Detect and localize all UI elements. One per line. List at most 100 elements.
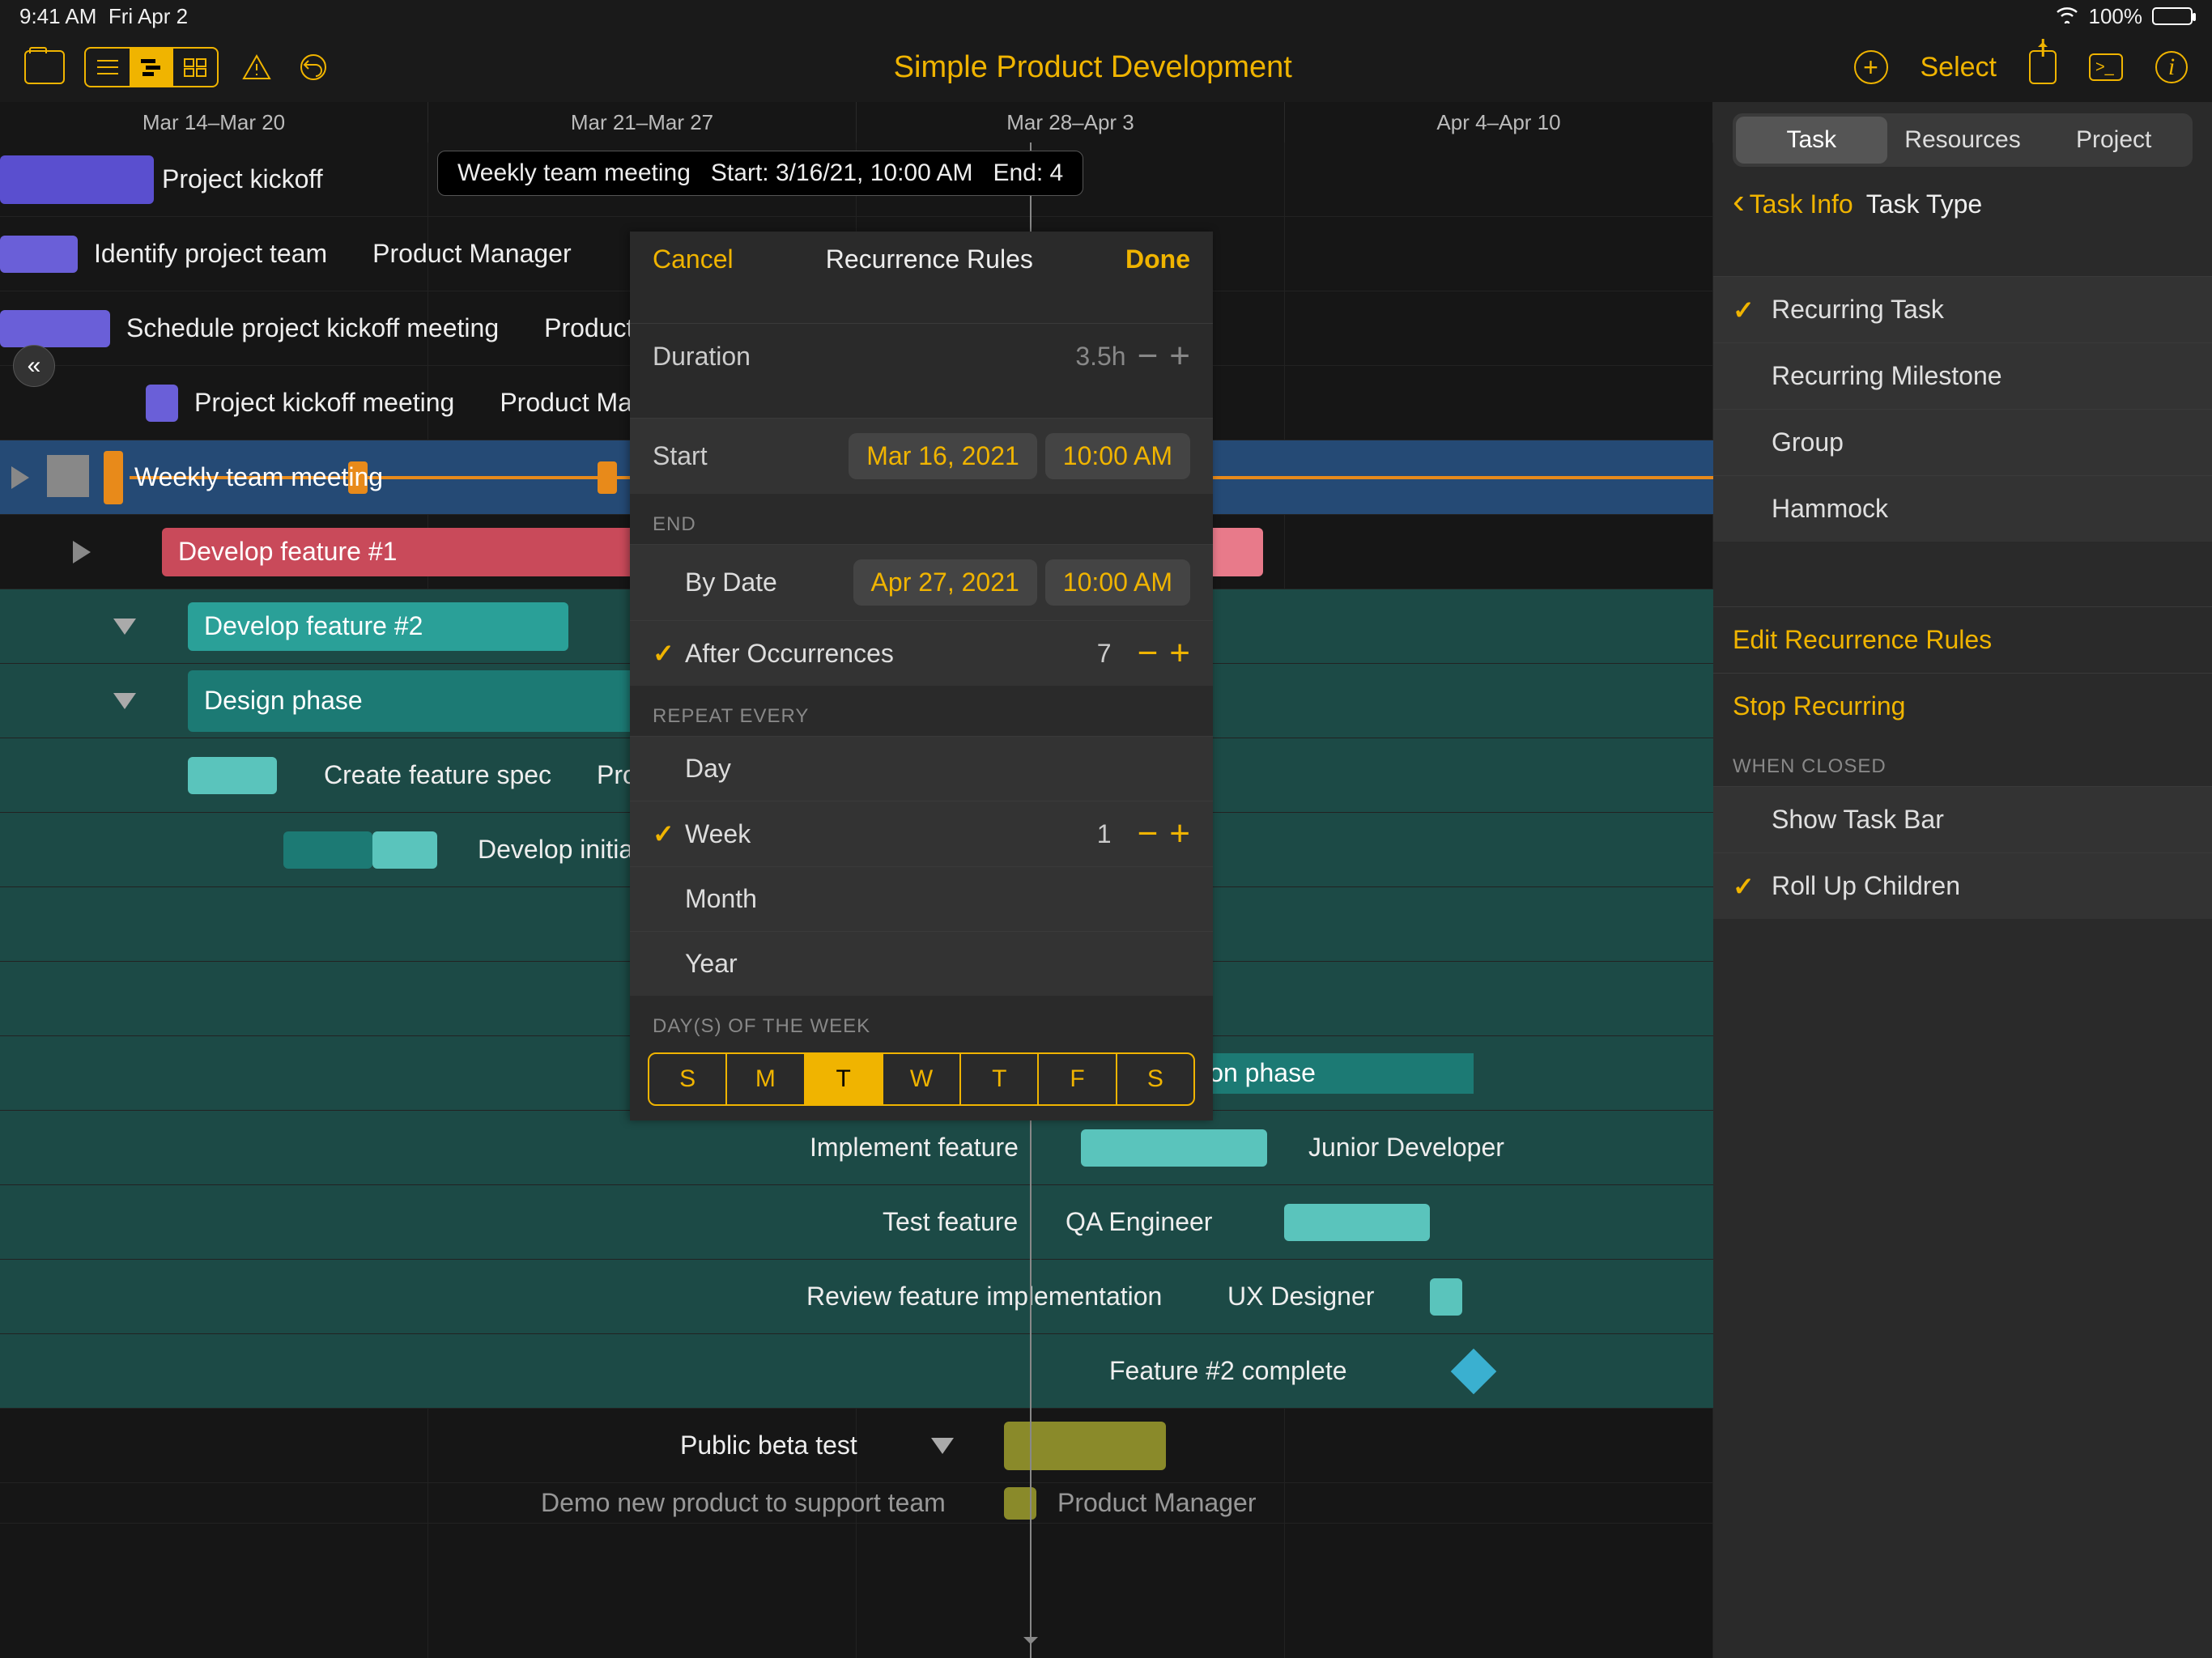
check-icon [1733,295,1772,325]
type-recurring-task[interactable]: Recurring Task [1713,276,2212,342]
select-button[interactable]: Select [1921,52,1997,83]
expand-icon[interactable] [73,541,91,563]
day-wed[interactable]: W [883,1054,961,1104]
collapse-sidebar-button[interactable]: « [13,345,55,387]
task-row[interactable]: Implement feature Junior Developer [0,1111,1713,1185]
task-bar[interactable]: Develop feature #2 [188,602,568,651]
console-icon[interactable] [2089,53,2123,81]
task-label: Test feature [883,1207,1018,1237]
task-bar[interactable] [146,385,178,422]
task-row[interactable]: Review feature implementation UX Designe… [0,1260,1713,1334]
task-bar[interactable] [1430,1278,1462,1316]
decrement-button[interactable]: − [1138,636,1159,671]
day-tue[interactable]: T [806,1054,883,1104]
start-time-button[interactable]: 10:00 AM [1045,433,1190,479]
view-gantt-icon[interactable] [130,49,173,86]
task-bar[interactable] [0,236,78,273]
task-bar[interactable] [188,757,277,794]
task-resource: Junior Developer [1308,1133,1504,1163]
task-row[interactable]: Test feature QA Engineer [0,1185,1713,1260]
date-column: Mar 28–Apr 3 [857,102,1285,142]
tab-resources[interactable]: Resources [1887,117,2039,164]
increment-button[interactable]: + [1169,338,1190,374]
tab-task[interactable]: Task [1736,117,1887,164]
tab-project[interactable]: Project [2038,117,2189,164]
chevron-down-icon[interactable] [113,693,136,709]
occurrence-bar[interactable] [104,451,123,504]
edit-recurrence-button[interactable]: Edit Recurrence Rules [1713,606,2212,673]
duration-label: Duration [653,342,1075,372]
task-row[interactable]: Feature #2 complete [0,1334,1713,1409]
repeat-week[interactable]: Week [685,819,1083,849]
documents-button[interactable] [24,50,65,84]
stop-recurring-button[interactable]: Stop Recurring [1713,673,2212,739]
task-label: Public beta test [680,1431,857,1460]
catch-up-button[interactable] [295,49,332,86]
task-bar[interactable] [1004,1487,1036,1520]
view-board-icon[interactable] [173,49,217,86]
task-bar[interactable]: Design phase [188,670,690,732]
status-date: Fri Apr 2 [108,4,188,28]
type-group[interactable]: Group [1713,409,2212,475]
repeat-year[interactable]: Year [685,949,1190,979]
share-icon[interactable] [2029,50,2057,84]
day-of-week-picker[interactable]: S M T W T F S [648,1052,1195,1106]
task-bar[interactable] [1081,1129,1267,1167]
end-date-button[interactable]: Apr 27, 2021 [853,559,1037,606]
increment-button[interactable]: + [1169,636,1190,671]
day-sat[interactable]: S [1117,1054,1193,1104]
start-date-button[interactable]: Mar 16, 2021 [849,433,1037,479]
roll-up-children-option[interactable]: Roll Up Children [1713,852,2212,919]
task-bar[interactable] [0,155,154,204]
repeat-day[interactable]: Day [685,754,1190,784]
bydate-label[interactable]: By Date [685,568,777,597]
end-time-button[interactable]: 10:00 AM [1045,559,1190,606]
cancel-button[interactable]: Cancel [653,244,734,274]
back-button[interactable]: Task Info [1733,189,1853,219]
inspector-icon[interactable]: i [2155,51,2188,83]
warnings-button[interactable] [238,49,275,86]
day-fri[interactable]: F [1039,1054,1117,1104]
day-mon[interactable]: M [727,1054,805,1104]
repeat-month[interactable]: Month [685,884,1190,914]
chevron-down-icon[interactable] [113,619,136,635]
after-occurrences-label[interactable]: After Occurrences [685,639,1083,669]
gantt-chart[interactable]: Mar 14–Mar 20 Mar 21–Mar 27 Mar 28–Apr 3… [0,102,1713,1658]
task-label: Demo new product to support team [541,1488,946,1518]
task-bar[interactable] [372,831,437,869]
inspector-tabs[interactable]: Task Resources Project [1733,113,2193,167]
date-column: Mar 21–Mar 27 [428,102,857,142]
view-mode-switcher[interactable] [84,47,219,87]
add-button[interactable]: + [1854,50,1888,84]
type-hammock[interactable]: Hammock [1713,475,2212,542]
day-sun[interactable]: S [649,1054,727,1104]
task-resource: Product Manager [372,239,571,269]
task-bar[interactable] [1284,1204,1430,1241]
wifi-icon [2055,4,2079,29]
play-icon[interactable] [11,466,29,489]
type-recurring-milestone[interactable]: Recurring Milestone [1713,342,2212,409]
task-bar[interactable] [1004,1422,1166,1470]
task-bar[interactable] [0,310,110,347]
status-time: 9:41 AM [19,4,96,28]
task-label: Design phase [204,686,363,716]
increment-button[interactable]: + [1169,816,1190,852]
task-row[interactable]: Public beta test [0,1409,1713,1483]
check-icon [653,818,685,849]
show-task-bar-option[interactable]: Show Task Bar [1713,786,2212,852]
day-thu[interactable]: T [961,1054,1039,1104]
view-outline-icon[interactable] [86,49,130,86]
task-row[interactable]: Demo new product to support team Product… [0,1483,1713,1524]
recurring-handle[interactable] [47,455,89,497]
decrement-button[interactable]: − [1138,338,1159,374]
milestone-diamond[interactable] [1451,1349,1497,1395]
task-label: Project kickoff [162,164,323,194]
project-title: Simple Product Development [351,50,1835,85]
occurrence-bar[interactable] [598,461,617,494]
task-label: Feature #2 complete [1109,1356,1347,1386]
done-button[interactable]: Done [1125,244,1190,274]
task-bar[interactable] [283,831,372,869]
task-label: Schedule project kickoff meeting [126,313,499,343]
decrement-button[interactable]: − [1138,816,1159,852]
chevron-down-icon[interactable] [931,1438,954,1454]
